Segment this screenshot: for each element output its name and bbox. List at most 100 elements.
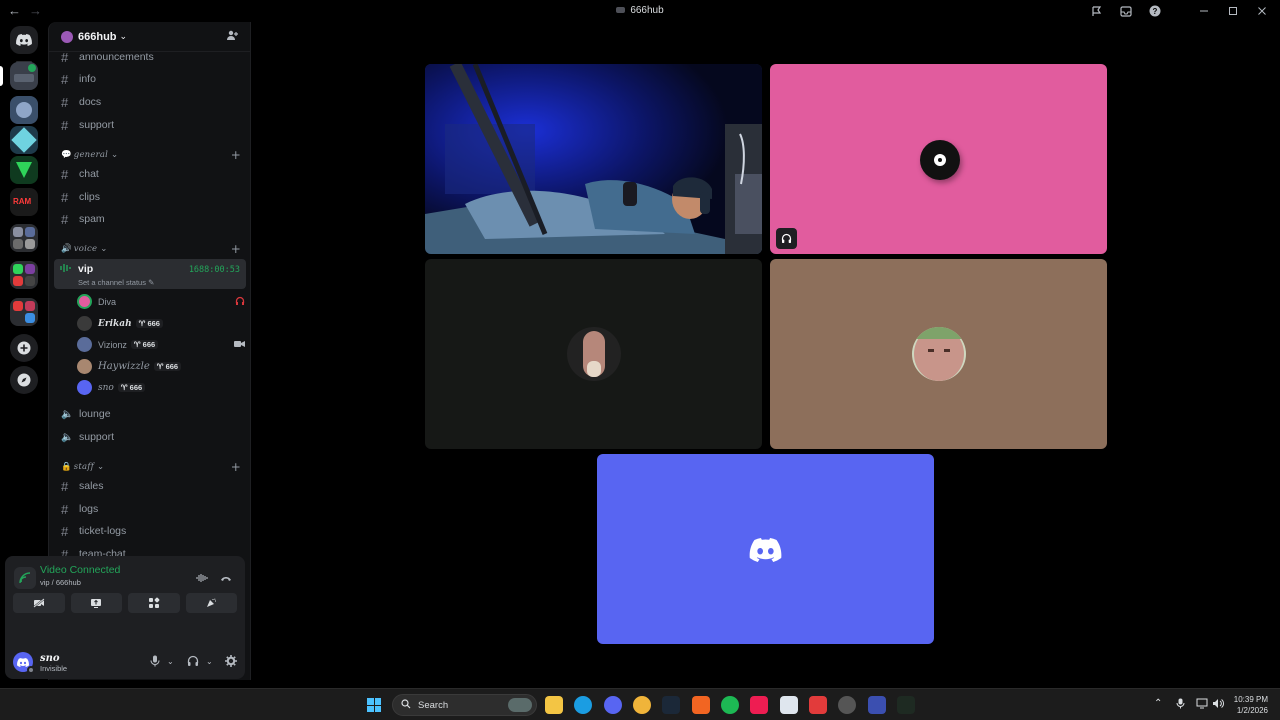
channel-info[interactable]: # info (55, 69, 245, 89)
voice-channel-vip[interactable]: vip 1688:00:53 Set a channel status ✎ (54, 259, 246, 289)
windows-start-icon[interactable] (367, 698, 381, 712)
app-icon-white[interactable] (780, 696, 798, 714)
channel-support[interactable]: # support (55, 115, 245, 135)
avatar (77, 316, 92, 331)
terminal-icon[interactable] (897, 696, 915, 714)
discord-logo-icon (17, 657, 29, 667)
video-tile-camera[interactable] (425, 64, 762, 254)
avatar (77, 294, 92, 309)
category-general[interactable]: 💬 general ⌄ + (61, 148, 241, 162)
voice-channel-support[interactable]: 🔈 support (55, 427, 245, 447)
video-tile-erikah[interactable] (425, 259, 762, 449)
voice-status-title[interactable]: Video Connected (40, 564, 120, 576)
close-icon[interactable] (1247, 0, 1276, 22)
channel-announcements[interactable]: # announcements (55, 47, 245, 67)
video-tile-sno[interactable] (597, 454, 934, 644)
activities-button[interactable] (128, 593, 180, 613)
inbox-flag-icon[interactable] (1082, 0, 1111, 22)
voice-member-sno[interactable]: sno ♈︎ 666 (77, 378, 245, 397)
network-icon[interactable] (1196, 698, 1208, 712)
edge-browser-icon[interactable] (574, 696, 592, 714)
server-icon-4[interactable] (10, 156, 38, 184)
username[interactable]: sno (40, 653, 60, 664)
voice-member-haywizzle[interactable]: Haywizzle ♈︎ 666 (77, 357, 245, 376)
screen-share-icon (91, 599, 102, 608)
server-666hub[interactable] (10, 62, 38, 90)
server-icon-2[interactable] (10, 96, 38, 124)
camera-feed-image (425, 64, 762, 254)
channel-sales[interactable]: # sales (55, 476, 245, 496)
channel-ticket-logs[interactable]: # ticket-logs (55, 521, 245, 541)
voice-status-subtitle[interactable]: vip / 666hub (40, 578, 81, 587)
chevron-down-icon[interactable]: ⌄ (167, 657, 174, 666)
hash-icon: # (61, 49, 69, 65)
chevron-down-icon[interactable]: ⌄ (206, 657, 213, 666)
server-folder-1[interactable] (10, 224, 38, 252)
voice-member-diva[interactable]: Diva (77, 292, 245, 311)
volume-icon[interactable] (1212, 698, 1224, 712)
app-icon-red[interactable] (809, 696, 827, 714)
invite-people-icon[interactable] (226, 28, 238, 46)
steam-icon[interactable] (662, 696, 680, 714)
disconnect-icon[interactable] (217, 569, 235, 587)
noise-suppression-icon[interactable] (193, 569, 211, 587)
user-status[interactable]: Invisible (40, 664, 67, 673)
tray-microphone-icon[interactable] (1176, 698, 1185, 712)
minimize-icon[interactable] (1189, 0, 1218, 22)
app-icon-gray[interactable] (838, 696, 856, 714)
screen-share-button[interactable] (70, 593, 122, 613)
server-tag: ♈︎ 666 (130, 340, 159, 349)
svg-text:?: ? (1152, 7, 1157, 16)
channel-logs[interactable]: # logs (55, 499, 245, 519)
maximize-icon[interactable] (1218, 0, 1247, 22)
tiktok-icon[interactable] (750, 696, 768, 714)
server-icon-5[interactable]: RAM (10, 188, 38, 216)
voice-member-vizionz[interactable]: Vizionz ♈︎ 666 (77, 335, 245, 354)
app-icon-orange[interactable] (692, 696, 710, 714)
server-folder-2[interactable] (10, 261, 38, 289)
create-channel-plus-icon[interactable]: + (231, 460, 241, 474)
camera-off-button[interactable] (13, 593, 65, 613)
voice-member-erikah[interactable]: Erikah ♈︎ 666 (77, 314, 245, 333)
app-icon-blue[interactable] (868, 696, 886, 714)
show-hidden-icons-chevron-icon[interactable]: ⌃ (1154, 698, 1162, 709)
voice-channel-lounge[interactable]: 🔈 lounge (55, 404, 245, 424)
microphone-icon[interactable] (150, 655, 160, 670)
signal-icon[interactable] (14, 567, 36, 589)
taskbar-search-box[interactable]: Search (392, 694, 537, 716)
deafened-indicator-icon (776, 228, 797, 249)
chevron-down-icon: ⌄ (119, 31, 128, 41)
category-voice[interactable]: 🔊 voice ⌄ + (61, 242, 241, 256)
discover-button[interactable] (10, 366, 38, 394)
inbox-icon[interactable] (1111, 0, 1140, 22)
settings-gear-icon[interactable] (225, 655, 237, 670)
soundboard-button[interactable] (185, 593, 237, 613)
create-channel-plus-icon[interactable]: + (231, 148, 241, 162)
server-icon-3[interactable] (10, 126, 38, 154)
channel-chat[interactable]: # chat (55, 164, 245, 184)
server-tag: ♈︎ 666 (153, 362, 182, 371)
home-button[interactable] (10, 26, 38, 54)
video-tile-haywizzle[interactable] (770, 259, 1107, 449)
channel-spam[interactable]: # spam (55, 209, 245, 229)
help-icon[interactable]: ? (1140, 0, 1169, 22)
search-highlight-icon (508, 698, 532, 712)
spotify-icon[interactable] (721, 696, 739, 714)
system-clock[interactable]: 10:39 PM 1/2/2026 (1234, 694, 1268, 716)
channel-docs[interactable]: # docs (55, 92, 245, 112)
video-tile-diva[interactable] (770, 64, 1107, 254)
channel-clips[interactable]: # clips (55, 187, 245, 207)
headphones-icon[interactable] (187, 655, 199, 670)
file-explorer-icon[interactable] (545, 696, 563, 714)
soundboard-icon (207, 598, 217, 607)
server-folder-3[interactable] (10, 298, 38, 326)
discord-app-icon[interactable] (604, 696, 622, 714)
participant-avatar (911, 327, 966, 381)
category-staff[interactable]: 🔒 staff ⌄ + (61, 460, 241, 474)
create-channel-plus-icon[interactable]: + (231, 242, 241, 256)
server-tag: ♈︎ 666 (117, 383, 146, 392)
channel-status-input[interactable]: Set a channel status ✎ (78, 278, 154, 287)
discord-logo-icon (16, 34, 32, 46)
add-server-button[interactable] (10, 334, 38, 362)
app-icon-yellow[interactable] (633, 696, 651, 714)
